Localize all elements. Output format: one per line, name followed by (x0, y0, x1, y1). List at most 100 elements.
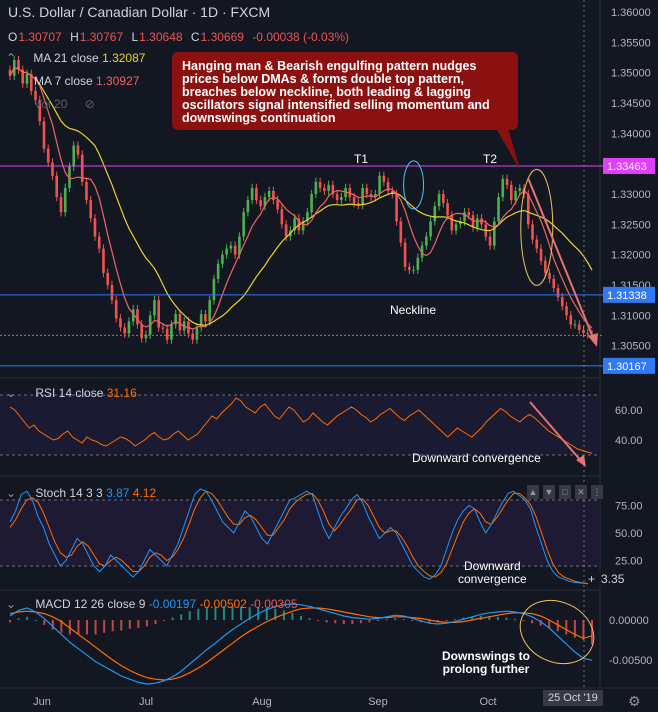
ma21-value: 1.32087 (102, 51, 146, 65)
candle-body (314, 181, 318, 195)
macd-hist-bar (317, 620, 320, 621)
macd-hist-bar (128, 620, 131, 629)
ma7-legend[interactable]: MA 7 close 1.30927 (34, 74, 139, 88)
macd-value: -0.00197 (148, 597, 197, 611)
stoch-legend[interactable]: ⌄ Stoch 14 3 3 3.87 4.12 (6, 486, 156, 500)
candle-body (552, 278, 556, 289)
macd-hist-bar (111, 620, 114, 632)
candle-body (531, 224, 534, 240)
candle-body (85, 181, 88, 201)
move-up-icon[interactable]: ▲ (527, 485, 539, 499)
candle-body (535, 239, 539, 249)
stoch-tick-label: 50.00 (615, 528, 643, 540)
annotation-pointer (496, 128, 520, 170)
move-down-icon[interactable]: ▼ (543, 485, 555, 499)
candle-body (170, 324, 173, 340)
rsi-label: RSI 14 close (35, 386, 104, 400)
macd-hist-bar (402, 619, 405, 621)
candle-body (509, 184, 513, 201)
candle-body (284, 224, 288, 237)
candle-body (429, 221, 432, 237)
candle-body (46, 148, 50, 163)
candle-body (161, 327, 165, 329)
time-tick-label: Aug (252, 696, 272, 708)
volume-legend[interactable]: Vol 20 ⊘ (34, 97, 95, 111)
candle-body (577, 324, 581, 330)
candle-body (208, 300, 211, 322)
macd-hist-bar (9, 620, 11, 623)
candle-body (543, 260, 547, 273)
macd-hist-bar (496, 616, 499, 620)
price-tick-label: 1.35500 (611, 37, 651, 49)
collapse-chevron-icon[interactable]: ⌄ (6, 597, 18, 611)
collapse-chevron-icon[interactable]: ⌃ (6, 51, 20, 65)
macd-hist-bar (513, 619, 516, 621)
macd-hist-bar (51, 620, 54, 630)
candle-body (157, 300, 160, 328)
collapse-chevron-icon[interactable]: ⌄ (6, 486, 18, 500)
candle-body (93, 218, 97, 237)
neckline-label: Neckline (390, 303, 437, 317)
close-icon[interactable]: ✕ (575, 485, 587, 499)
macd-hist-bar (120, 620, 123, 631)
candle-body (140, 324, 144, 339)
macd-label: MACD 12 26 close 9 (35, 597, 146, 611)
open-label: O (8, 30, 18, 44)
candle-body (225, 248, 228, 255)
candle-body (526, 194, 530, 225)
candle-body (365, 187, 369, 195)
rsi-legend[interactable]: ⌄ RSI 14 close 31.16 (6, 386, 137, 400)
macd-hist-bar (94, 620, 97, 635)
candle-body (89, 200, 93, 219)
candle-body (174, 314, 177, 325)
candle-body (412, 269, 415, 271)
macd-hist-bar (34, 620, 37, 621)
candle-body (382, 175, 386, 182)
ma21-legend[interactable]: ⌃ MA 21 close 1.32087 (6, 51, 145, 65)
candle-body (250, 187, 254, 201)
candle-body (446, 203, 449, 216)
macd-hist-bar (351, 620, 354, 624)
date-cursor-flag: 25 Oct '19 (543, 690, 603, 706)
high-value: 1.30767 (79, 30, 124, 44)
candle-body (505, 178, 509, 185)
candle-body (327, 184, 330, 191)
price-marker-label: 1.33463 (607, 161, 647, 173)
candle-body (59, 197, 63, 213)
macd-legend[interactable]: ⌄ MACD 12 26 close 9 -0.00197 -0.00502 -… (6, 597, 298, 611)
candle-body (127, 321, 131, 334)
more-icon[interactable]: ⋮ (591, 485, 603, 499)
candle-body (335, 194, 339, 201)
candle-body (255, 187, 258, 201)
candle-body (573, 324, 577, 326)
macd-hist-bar (77, 620, 80, 635)
rsi-band (0, 395, 600, 455)
candle-body (110, 285, 114, 301)
candle-body (565, 306, 568, 316)
candle-body (395, 194, 398, 222)
hidden-eye-icon[interactable]: ⊘ (85, 97, 95, 111)
rsi-tick-label: 40.00 (615, 435, 643, 447)
macd-hist-bar (334, 620, 337, 624)
price-tick-label: 1.34000 (611, 128, 651, 140)
macd-hist-bar (342, 620, 345, 624)
symbol-title[interactable]: U.S. Dollar / Canadian Dollar · 1D · FXC… (8, 4, 270, 20)
stoch-d-value: 4.12 (132, 486, 157, 500)
price-tick-label: 1.31000 (611, 310, 651, 322)
macd-hist-bar (531, 620, 534, 624)
macd-hist-bar (137, 620, 140, 628)
candle-body (340, 197, 343, 201)
close-value: 1.30669 (200, 30, 244, 44)
macd-hist-bar (145, 620, 148, 627)
maximize-icon[interactable]: □ (559, 485, 571, 499)
gear-icon[interactable]: ⚙ (628, 693, 642, 709)
rsi-value: 31.16 (106, 386, 137, 400)
candle-body (246, 200, 250, 213)
signal-value: -0.00502 (199, 597, 247, 611)
stoch-tick-label: 75.00 (615, 501, 643, 513)
t2-label: T2 (483, 152, 498, 166)
time-tick-label: Oct (479, 696, 496, 708)
collapse-chevron-icon[interactable]: ⌄ (6, 386, 18, 400)
candle-body (514, 191, 517, 201)
price-marker-label: 1.31338 (607, 290, 647, 302)
